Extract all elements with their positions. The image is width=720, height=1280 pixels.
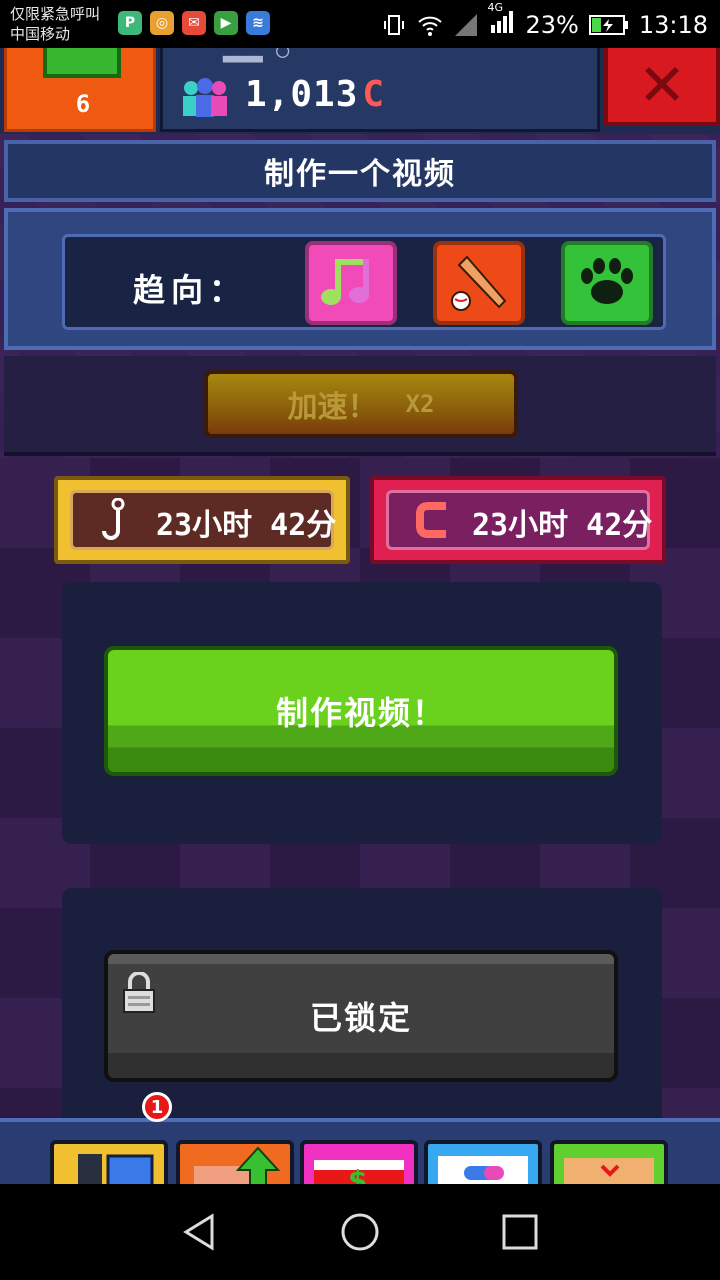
trend-pet-button[interactable]	[561, 241, 653, 325]
tool-upgrade-button[interactable]	[176, 1140, 294, 1184]
make-video-card: 制作视频！	[62, 582, 662, 844]
boost-label: 加速！	[287, 390, 378, 425]
system-indicators: 4G 23% 13:18	[381, 1, 708, 41]
svg-text:$: $	[348, 1164, 367, 1184]
views-timer: 23小时 42分	[54, 476, 350, 564]
close-button[interactable]: ✕	[604, 48, 720, 126]
navigation-bar	[0, 1184, 720, 1280]
subscriber-value: 1,013	[245, 74, 359, 115]
battery-icon	[588, 15, 628, 35]
trend-label: 趋向：	[133, 271, 248, 309]
bottom-toolbar: $	[0, 1118, 720, 1184]
money-icon	[43, 48, 121, 78]
locked-label: 已锁定	[309, 999, 412, 1037]
network-type: 4G	[487, 1, 504, 14]
stats-panel: ▂▂▂ ○ 1,013 C	[160, 48, 600, 132]
app-notification-icon: P	[118, 11, 142, 35]
title-bar: 制作一个视频	[4, 140, 716, 202]
hook-icon	[102, 498, 125, 540]
carrier-info: 仅限紧急呼叫 中国移动	[10, 4, 100, 44]
locked-button[interactable]: 已锁定	[104, 950, 618, 1082]
tool-shop-button[interactable]: $	[300, 1140, 418, 1184]
coins-timer-text: 23小时 42分	[472, 508, 653, 543]
coin-c-icon	[416, 502, 446, 538]
chrome-notification-icon: ◎	[150, 11, 174, 35]
pills-icon	[438, 1156, 528, 1184]
game-screen: 6 ▂▂▂ ○ 1,013 C ✕ 制作一个视频 趋向： 加速！ X2 23小时…	[0, 48, 720, 1184]
signal-off-icon	[455, 14, 478, 36]
tool-pills-button[interactable]	[424, 1140, 542, 1184]
battery-percent: 23%	[525, 11, 579, 39]
boost-multiplier: X2	[405, 390, 435, 418]
store-notification-icon: ▶	[214, 11, 238, 35]
back-icon[interactable]	[180, 1212, 220, 1252]
trend-sport-button[interactable]	[433, 241, 525, 325]
paw-icon	[581, 258, 633, 304]
subscriber-count: 1,013 C	[245, 74, 385, 115]
tool-studio-button[interactable]	[50, 1140, 168, 1184]
trend-panel: 趋向：	[4, 208, 716, 350]
carrier-emergency: 仅限紧急呼叫	[10, 5, 101, 23]
envelope-icon	[564, 1158, 654, 1184]
baseball-icon	[451, 255, 507, 311]
coin-icon: C	[362, 74, 386, 115]
shop-icon: $	[314, 1160, 404, 1184]
level-number: 6	[75, 90, 91, 118]
make-video-button[interactable]: 制作视频！	[104, 646, 618, 776]
top-header: 6 ▂▂▂ ○ 1,013 C ✕	[0, 48, 720, 134]
close-icon: ✕	[637, 51, 687, 119]
lock-icon	[123, 972, 155, 1013]
boost-row: 加速！ X2	[4, 356, 716, 456]
home-icon[interactable]	[340, 1212, 380, 1252]
notification-icons: P ◎ ✉ ▶ ≋	[118, 11, 270, 35]
status-bar: 仅限紧急呼叫 中国移动 P ◎ ✉ ▶ ≋ 4G 23% 13:18	[0, 0, 720, 48]
notification-badge: 1	[142, 1092, 172, 1122]
wifi-notification-icon: ≋	[246, 11, 270, 35]
views-timer-text: 23小时 42分	[156, 508, 337, 543]
vibrate-icon	[384, 15, 405, 35]
carrier-name: 中国移动	[10, 25, 71, 43]
recents-icon[interactable]	[500, 1212, 540, 1252]
page-title: 制作一个视频	[264, 157, 456, 192]
trend-music-button[interactable]	[305, 241, 397, 325]
boost-button[interactable]: 加速！ X2	[204, 370, 518, 438]
coins-timer: 23小时 42分	[370, 476, 666, 564]
music-icon	[321, 259, 369, 305]
mobile-signal: 4G	[487, 1, 515, 41]
mail-notification-icon: ✉	[182, 11, 206, 35]
views-stat-partial: ▂▂▂ ○	[223, 48, 290, 63]
subscribers-icon	[183, 78, 227, 117]
tool-mail-button[interactable]	[550, 1140, 668, 1184]
trend-box: 趋向：	[62, 234, 666, 330]
wifi-icon	[418, 16, 443, 36]
level-button[interactable]: 6	[4, 48, 156, 132]
camera-icon	[78, 1154, 154, 1184]
clock: 13:18	[638, 11, 708, 39]
upgrade-arrow-icon	[194, 1146, 281, 1184]
